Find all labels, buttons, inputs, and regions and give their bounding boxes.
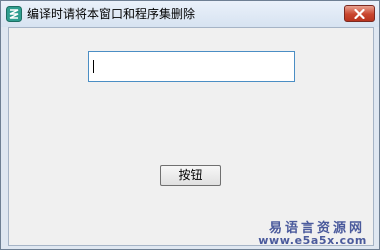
watermark-url: www.e5a5x.com <box>258 234 367 247</box>
main-button[interactable]: 按钮 <box>160 165 221 186</box>
app-window: 编译时请将本窗口和程序集删除 按钮 易语言资源网 www.e5a5x.com <box>0 0 380 250</box>
app-icon <box>6 6 22 22</box>
window-title: 编译时请将本窗口和程序集删除 <box>27 7 196 21</box>
text-caret <box>93 60 94 73</box>
text-input[interactable] <box>88 51 295 82</box>
close-icon <box>354 9 365 19</box>
form-client-area: 按钮 易语言资源网 www.e5a5x.com <box>8 27 374 247</box>
title-bar[interactable]: 编译时请将本窗口和程序集删除 <box>1 1 379 27</box>
close-button[interactable] <box>344 5 375 22</box>
